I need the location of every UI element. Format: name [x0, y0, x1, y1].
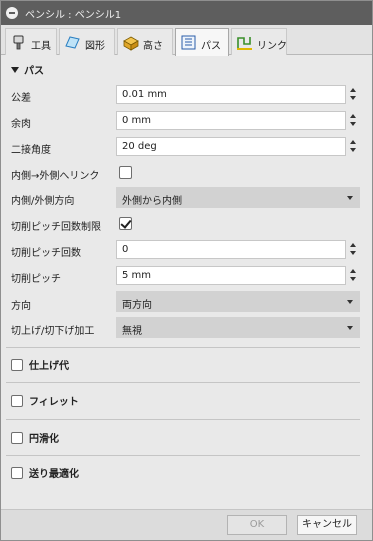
stepover-field[interactable]: 5 mm [116, 266, 346, 285]
stepper-down-icon[interactable] [350, 122, 356, 126]
fillet-checkbox[interactable] [11, 395, 23, 407]
smoothing-checkbox[interactable] [11, 432, 23, 444]
inside-out-label: 内側→外側へリンク [11, 171, 100, 182]
tolerance-stepper[interactable] [347, 85, 359, 104]
stepper-down-icon[interactable] [350, 251, 356, 255]
passes-panel: パス 公差 0.01 mm 余肉 0 mm 二接角度 20 deg 内側→外側へ… [1, 56, 372, 511]
divider [6, 419, 360, 420]
divider [6, 455, 360, 456]
dialog-title: ペンシル : ペンシル1 [25, 10, 122, 21]
tolerance-field[interactable]: 0.01 mm [116, 85, 346, 104]
feed-optimization-checkbox[interactable] [11, 467, 23, 479]
limit-stepover-checkbox[interactable] [119, 217, 132, 230]
stock-stepper[interactable] [347, 111, 359, 130]
limit-stepover-label: 切削ピッチ回数制限 [11, 222, 101, 233]
stepover-stepper[interactable] [347, 266, 359, 285]
tab-geometry[interactable]: 図形 [59, 28, 115, 55]
tab-passes[interactable]: パス [175, 28, 229, 56]
direction-value: 両方向 [122, 300, 152, 311]
tab-tool-label: 工具 [31, 41, 51, 52]
feed-optimization-label: 送り最適化 [29, 469, 79, 480]
group-smoothing[interactable]: 円滑化 [11, 430, 59, 445]
direction-select[interactable]: 両方向 [116, 291, 360, 312]
stepper-up-icon[interactable] [350, 114, 356, 118]
bitangency-label: 二接角度 [11, 145, 51, 156]
finishing-allowance-label: 仕上げ代 [29, 361, 69, 372]
stepper-down-icon[interactable] [350, 148, 356, 152]
stepover-count-field[interactable]: 0 [116, 240, 346, 259]
divider [6, 382, 360, 383]
finishing-allowance-checkbox[interactable] [11, 359, 23, 371]
stock-label: 余肉 [11, 119, 31, 130]
stepper-up-icon[interactable] [350, 88, 356, 92]
stepover-count-stepper[interactable] [347, 240, 359, 259]
tab-linking[interactable]: リンク [231, 28, 287, 55]
stepover-label: 切削ピッチ [11, 274, 61, 285]
group-fillet[interactable]: フィレット [11, 393, 79, 408]
collapse-icon[interactable] [6, 7, 18, 19]
cancel-button[interactable]: キャンセル [297, 515, 357, 535]
direction-in-out-select[interactable]: 外側から内側 [116, 187, 360, 208]
ok-button[interactable]: OK [227, 515, 287, 535]
section-passes-title: パス [24, 66, 44, 77]
dialog-footer: OK キャンセル [1, 509, 372, 540]
direction-label: 方向 [11, 301, 31, 312]
up-down-milling-label: 切上げ/切下げ加工 [11, 326, 95, 337]
bitangency-field[interactable]: 20 deg [116, 137, 346, 156]
up-down-milling-value: 無視 [122, 326, 142, 337]
tab-geometry-label: 図形 [85, 41, 105, 52]
group-feed-optimization[interactable]: 送り最適化 [11, 465, 79, 480]
section-passes-header[interactable]: パス [11, 62, 44, 77]
stepper-down-icon[interactable] [350, 277, 356, 281]
stepper-up-icon[interactable] [350, 140, 356, 144]
stock-field[interactable]: 0 mm [116, 111, 346, 130]
collapse-triangle-icon[interactable] [11, 67, 19, 73]
tab-tool[interactable]: 工具 [5, 28, 57, 55]
stepper-up-icon[interactable] [350, 269, 356, 273]
tab-passes-label: パス [201, 41, 221, 52]
bitangency-stepper[interactable] [347, 137, 359, 156]
tab-heights[interactable]: 高さ [117, 28, 173, 55]
linking-icon [237, 37, 252, 50]
inside-out-checkbox[interactable] [119, 166, 132, 179]
passes-icon [181, 35, 196, 50]
direction-in-out-value: 外側から内側 [122, 196, 182, 207]
tab-linking-label: リンク [257, 41, 287, 52]
pencil-dialog: ペンシル : ペンシル1 工具 図形 高さ パス リンク パス 公差 0.01 … [0, 0, 373, 541]
stepper-up-icon[interactable] [350, 243, 356, 247]
tab-heights-label: 高さ [143, 41, 163, 52]
geometry-icon [65, 36, 80, 49]
tool-icon [13, 35, 24, 50]
heights-icon [123, 36, 139, 51]
title-bar[interactable]: ペンシル : ペンシル1 [1, 1, 372, 25]
tolerance-label: 公差 [11, 93, 31, 104]
tab-bar: 工具 図形 高さ パス リンク [1, 25, 372, 56]
stepover-count-label: 切削ピッチ回数 [11, 248, 81, 259]
chevron-down-icon [347, 326, 353, 330]
direction-in-out-label: 内側/外側方向 [11, 196, 75, 207]
chevron-down-icon [347, 196, 353, 200]
stepper-down-icon[interactable] [350, 96, 356, 100]
up-down-milling-select[interactable]: 無視 [116, 317, 360, 338]
fillet-label: フィレット [29, 397, 79, 408]
chevron-down-icon [347, 300, 353, 304]
group-finishing-allowance[interactable]: 仕上げ代 [11, 357, 69, 372]
smoothing-label: 円滑化 [29, 434, 59, 445]
divider [6, 347, 360, 348]
